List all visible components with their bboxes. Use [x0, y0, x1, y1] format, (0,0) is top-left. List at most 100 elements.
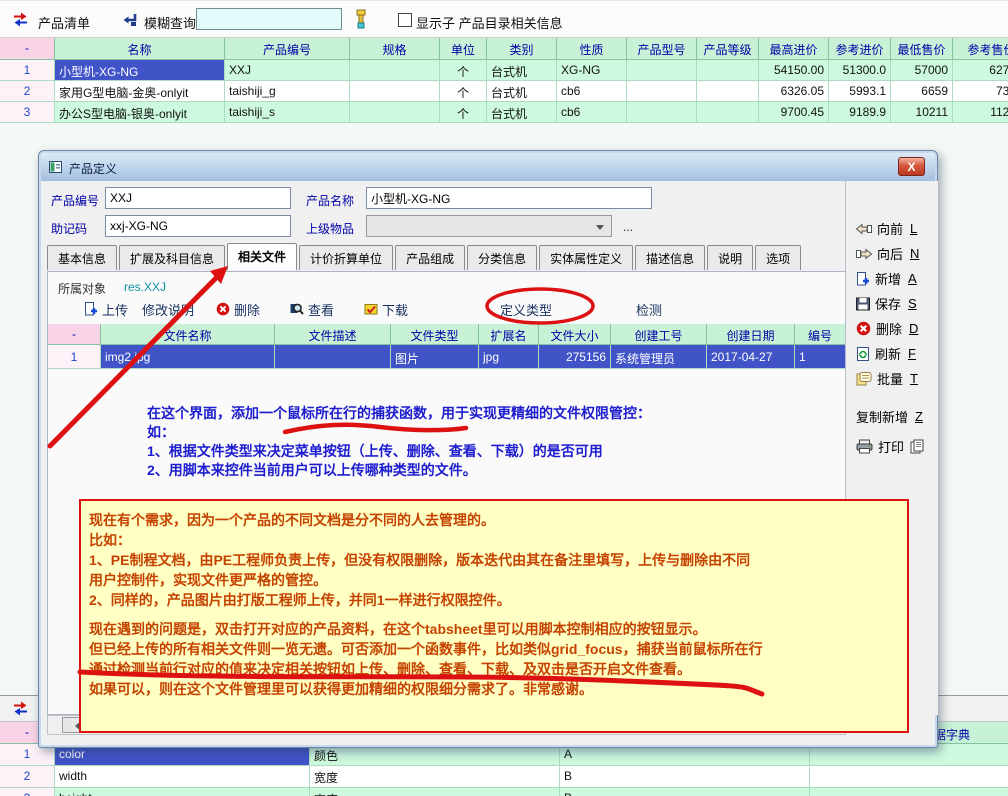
cell[interactable]: jpg	[479, 345, 539, 369]
cell[interactable]: 办公S型电脑-银奥-onlyit	[55, 102, 225, 123]
cell[interactable]: 62700.	[953, 60, 1008, 81]
cell[interactable]	[627, 60, 697, 81]
cell[interactable]: img2.jpg	[101, 345, 275, 369]
flashlight-icon[interactable]	[352, 9, 370, 29]
cell[interactable]: 2017-04-27	[707, 345, 795, 369]
row-number[interactable]: 2	[0, 766, 55, 788]
cell[interactable]: 宽度	[310, 766, 560, 788]
column-header[interactable]: 产品型号	[627, 38, 697, 60]
cell[interactable]	[810, 766, 1008, 788]
save-button[interactable]: 保存S	[856, 294, 917, 313]
column-header[interactable]: 规格	[350, 38, 440, 60]
cell[interactable]	[810, 788, 1008, 796]
row-number[interactable]: 1	[0, 60, 55, 81]
tab-4[interactable]: 产品组成	[395, 245, 465, 270]
column-header[interactable]: 参考进价	[829, 38, 891, 60]
edit-description-button[interactable]: 修改说明	[142, 299, 194, 319]
table-row[interactable]: 3height高度B	[0, 788, 1008, 796]
delete-file-button[interactable]: 删除	[216, 299, 260, 319]
cell[interactable]: B	[560, 788, 810, 796]
tab-0[interactable]: 基本信息	[47, 245, 117, 270]
cell[interactable]: 6326.05	[759, 81, 829, 102]
column-header[interactable]: 类别	[487, 38, 557, 60]
cell[interactable]	[627, 81, 697, 102]
view-file-button[interactable]: 查看	[290, 299, 334, 319]
cell[interactable]	[275, 345, 391, 369]
cell[interactable]: 小型机-XG-NG	[55, 60, 225, 81]
cell[interactable]: 10211	[891, 102, 953, 123]
product-code-input[interactable]	[105, 187, 291, 209]
row-number[interactable]: 3	[0, 102, 55, 123]
cell[interactable]: 个	[440, 60, 487, 81]
cell[interactable]: width	[55, 766, 310, 788]
download-button[interactable]: 下载	[364, 299, 408, 319]
close-button[interactable]	[898, 157, 925, 176]
cell[interactable]: 图片	[391, 345, 479, 369]
cell[interactable]: B	[560, 766, 810, 788]
fuzzy-search-input[interactable]	[196, 8, 342, 30]
cell[interactable]: 个	[440, 81, 487, 102]
cell[interactable]	[350, 81, 440, 102]
cell[interactable]: 系统管理员	[611, 345, 707, 369]
print-button[interactable]: 打印	[856, 437, 925, 456]
cell[interactable]: 家用G型电脑-金奥-onlyit	[55, 81, 225, 102]
batch-button[interactable]: 批量T	[856, 369, 918, 388]
cell[interactable]: height	[55, 788, 310, 796]
column-header[interactable]: -	[48, 324, 101, 345]
cell[interactable]: taishiji_g	[225, 81, 350, 102]
cell[interactable]: 57000	[891, 60, 953, 81]
column-header[interactable]: 创建工号	[611, 324, 707, 345]
cell[interactable]: 51300.0	[829, 60, 891, 81]
run-query-icon[interactable]	[122, 12, 138, 28]
cell[interactable]	[697, 102, 759, 123]
column-header[interactable]: 产品编号	[225, 38, 350, 60]
column-header[interactable]: 单位	[440, 38, 487, 60]
table-row[interactable]: 1小型机-XG-NGXXJ个台式机XG-NG54150.0051300.0570…	[0, 60, 1008, 81]
cell[interactable]: XXJ	[225, 60, 350, 81]
cell[interactable]: cb6	[557, 102, 627, 123]
show-sub-checkbox[interactable]	[398, 13, 412, 27]
row-number[interactable]: 3	[0, 788, 55, 796]
table-row[interactable]: 2width宽度B	[0, 766, 1008, 788]
column-header[interactable]: 最高进价	[759, 38, 829, 60]
cell[interactable]: 高度	[310, 788, 560, 796]
cell[interactable]: 54150.00	[759, 60, 829, 81]
tab-9[interactable]: 选项	[755, 245, 801, 270]
table-row[interactable]: 1img2.jpg图片jpg275156系统管理员2017-04-271	[48, 345, 846, 369]
column-header[interactable]: 编号	[795, 324, 846, 345]
cell[interactable]: 9189.9	[829, 102, 891, 123]
tab-6[interactable]: 实体属性定义	[539, 245, 633, 270]
cell[interactable]: 台式机	[487, 102, 557, 123]
cell[interactable]: 台式机	[487, 60, 557, 81]
column-header[interactable]: 文件大小	[539, 324, 611, 345]
column-header[interactable]: 性质	[557, 38, 627, 60]
row-number[interactable]: 1	[48, 345, 101, 369]
table-row[interactable]: 3办公S型电脑-银奥-onlyittaishiji_s个台式机cb69700.4…	[0, 102, 1008, 123]
cell[interactable]: 1	[795, 345, 846, 369]
parent-item-browse-button[interactable]: ...	[623, 220, 633, 234]
delete-record-button[interactable]: 删除D	[856, 319, 918, 338]
cell[interactable]: 9700.45	[759, 102, 829, 123]
row-number[interactable]: 2	[0, 81, 55, 102]
cell[interactable]: 个	[440, 102, 487, 123]
column-header[interactable]: 名称	[55, 38, 225, 60]
product-name-input[interactable]	[366, 187, 652, 209]
cell[interactable]	[627, 102, 697, 123]
product-list-button[interactable]: 产品清单	[38, 13, 90, 32]
cell[interactable]	[350, 102, 440, 123]
cell[interactable]: 6659	[891, 81, 953, 102]
column-header[interactable]: 文件名称	[101, 324, 275, 345]
cell[interactable]: 11232.	[953, 102, 1008, 123]
table-row[interactable]: 2家用G型电脑-金奥-onlyittaishiji_g个台式机cb66326.0…	[0, 81, 1008, 102]
parent-item-select[interactable]	[366, 215, 612, 237]
check-button[interactable]: 检测	[636, 299, 662, 319]
cell[interactable]: 5993.1	[829, 81, 891, 102]
copy-add-button[interactable]: 复制新增Z	[856, 407, 923, 426]
upload-button[interactable]: 上传	[84, 299, 128, 319]
tab-3[interactable]: 计价折算单位	[299, 245, 393, 270]
mnemonic-input[interactable]	[105, 215, 291, 237]
tab-2[interactable]: 相关文件	[227, 243, 297, 270]
cell[interactable]: cb6	[557, 81, 627, 102]
tab-1[interactable]: 扩展及科目信息	[119, 245, 225, 270]
tab-5[interactable]: 分类信息	[467, 245, 537, 270]
